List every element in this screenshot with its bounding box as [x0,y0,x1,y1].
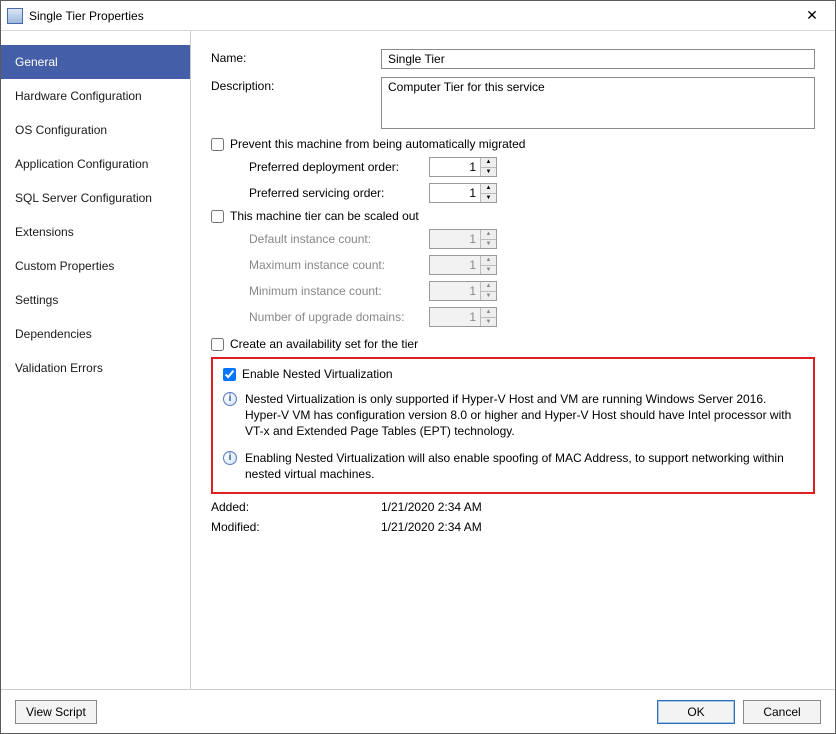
chevron-up-icon[interactable]: ▲ [481,158,496,168]
name-label: Name: [211,49,381,65]
sidebar-item-hardware[interactable]: Hardware Configuration [1,79,190,113]
min-instance-stepper: ▲▼ [480,282,496,300]
nested-virt-info-1: Nested Virtualization is only supported … [245,391,803,440]
prevent-migrate-checkbox[interactable] [211,138,224,151]
content-pane: Name: Description: Prevent this machine … [191,31,835,689]
default-instance-stepper: ▲▼ [480,230,496,248]
titlebar: Single Tier Properties ✕ [1,1,835,31]
chevron-down-icon[interactable]: ▼ [481,168,496,177]
app-icon [7,8,23,24]
deploy-order-stepper[interactable]: ▲▼ [480,158,496,176]
name-input[interactable] [381,49,815,69]
scale-out-checkbox[interactable] [211,210,224,223]
nested-virt-info-2: Enabling Nested Virtualization will also… [245,450,803,482]
sidebar-item-general[interactable]: General [1,45,190,79]
chevron-down-icon: ▼ [481,240,496,249]
service-order-input[interactable] [430,184,480,202]
max-instance-stepper: ▲▼ [480,256,496,274]
sidebar-item-os[interactable]: OS Configuration [1,113,190,147]
sidebar-item-label: SQL Server Configuration [15,191,152,205]
sidebar-item-label: Dependencies [15,327,92,341]
min-instance-input [430,282,480,300]
sidebar-item-label: Extensions [15,225,74,239]
max-instance-input [430,256,480,274]
dialog-footer: View Script OK Cancel [1,689,835,733]
max-instance-label: Maximum instance count: [249,258,429,272]
chevron-down-icon: ▼ [481,318,496,327]
view-script-button[interactable]: View Script [15,700,97,724]
ok-button[interactable]: OK [657,700,735,724]
min-instance-label: Minimum instance count: [249,284,429,298]
modified-label: Modified: [211,520,381,534]
sidebar-item-label: Settings [15,293,58,307]
service-order-label: Preferred servicing order: [249,186,429,200]
service-order-stepper[interactable]: ▲▼ [480,184,496,202]
properties-dialog: Single Tier Properties ✕ General Hardwar… [0,0,836,734]
chevron-up-icon: ▲ [481,256,496,266]
deploy-order-input[interactable] [430,158,480,176]
chevron-down-icon: ▼ [481,266,496,275]
window-title: Single Tier Properties [29,9,144,23]
scale-out-label: This machine tier can be scaled out [230,209,419,223]
cancel-button[interactable]: Cancel [743,700,821,724]
description-label: Description: [211,77,381,93]
chevron-up-icon: ▲ [481,308,496,318]
chevron-down-icon: ▼ [481,292,496,301]
sidebar-item-label: Custom Properties [15,259,114,273]
default-instance-label: Default instance count: [249,232,429,246]
sidebar-item-application[interactable]: Application Configuration [1,147,190,181]
sidebar-item-validation-errors[interactable]: Validation Errors [1,351,190,385]
sidebar-item-custom-properties[interactable]: Custom Properties [1,249,190,283]
info-icon: i [223,392,237,406]
modified-value: 1/21/2020 2:34 AM [381,520,482,534]
sidebar-item-dependencies[interactable]: Dependencies [1,317,190,351]
upgrade-domains-label: Number of upgrade domains: [249,310,429,324]
added-label: Added: [211,500,381,514]
nested-virt-checkbox[interactable] [223,368,236,381]
sidebar-item-label: OS Configuration [15,123,107,137]
close-icon[interactable]: ✕ [789,1,835,31]
info-icon: i [223,451,237,465]
sidebar-item-settings[interactable]: Settings [1,283,190,317]
sidebar-item-label: Application Configuration [15,157,148,171]
upgrade-domains-input [430,308,480,326]
sidebar-item-label: Hardware Configuration [15,89,142,103]
description-input[interactable] [381,77,815,129]
chevron-up-icon: ▲ [481,282,496,292]
sidebar-item-extensions[interactable]: Extensions [1,215,190,249]
chevron-up-icon: ▲ [481,230,496,240]
chevron-down-icon[interactable]: ▼ [481,194,496,203]
upgrade-domains-stepper: ▲▼ [480,308,496,326]
sidebar-item-label: General [15,55,58,69]
prevent-migrate-label: Prevent this machine from being automati… [230,137,525,151]
sidebar-item-label: Validation Errors [15,361,103,375]
availability-set-label: Create an availability set for the tier [230,337,418,351]
nested-virt-highlight: Enable Nested Virtualization i Nested Vi… [211,357,815,494]
chevron-up-icon[interactable]: ▲ [481,184,496,194]
sidebar: General Hardware Configuration OS Config… [1,31,191,689]
default-instance-input [430,230,480,248]
deploy-order-label: Preferred deployment order: [249,160,429,174]
sidebar-item-sqlserver[interactable]: SQL Server Configuration [1,181,190,215]
added-value: 1/21/2020 2:34 AM [381,500,482,514]
nested-virt-label: Enable Nested Virtualization [242,367,393,381]
availability-set-checkbox[interactable] [211,338,224,351]
